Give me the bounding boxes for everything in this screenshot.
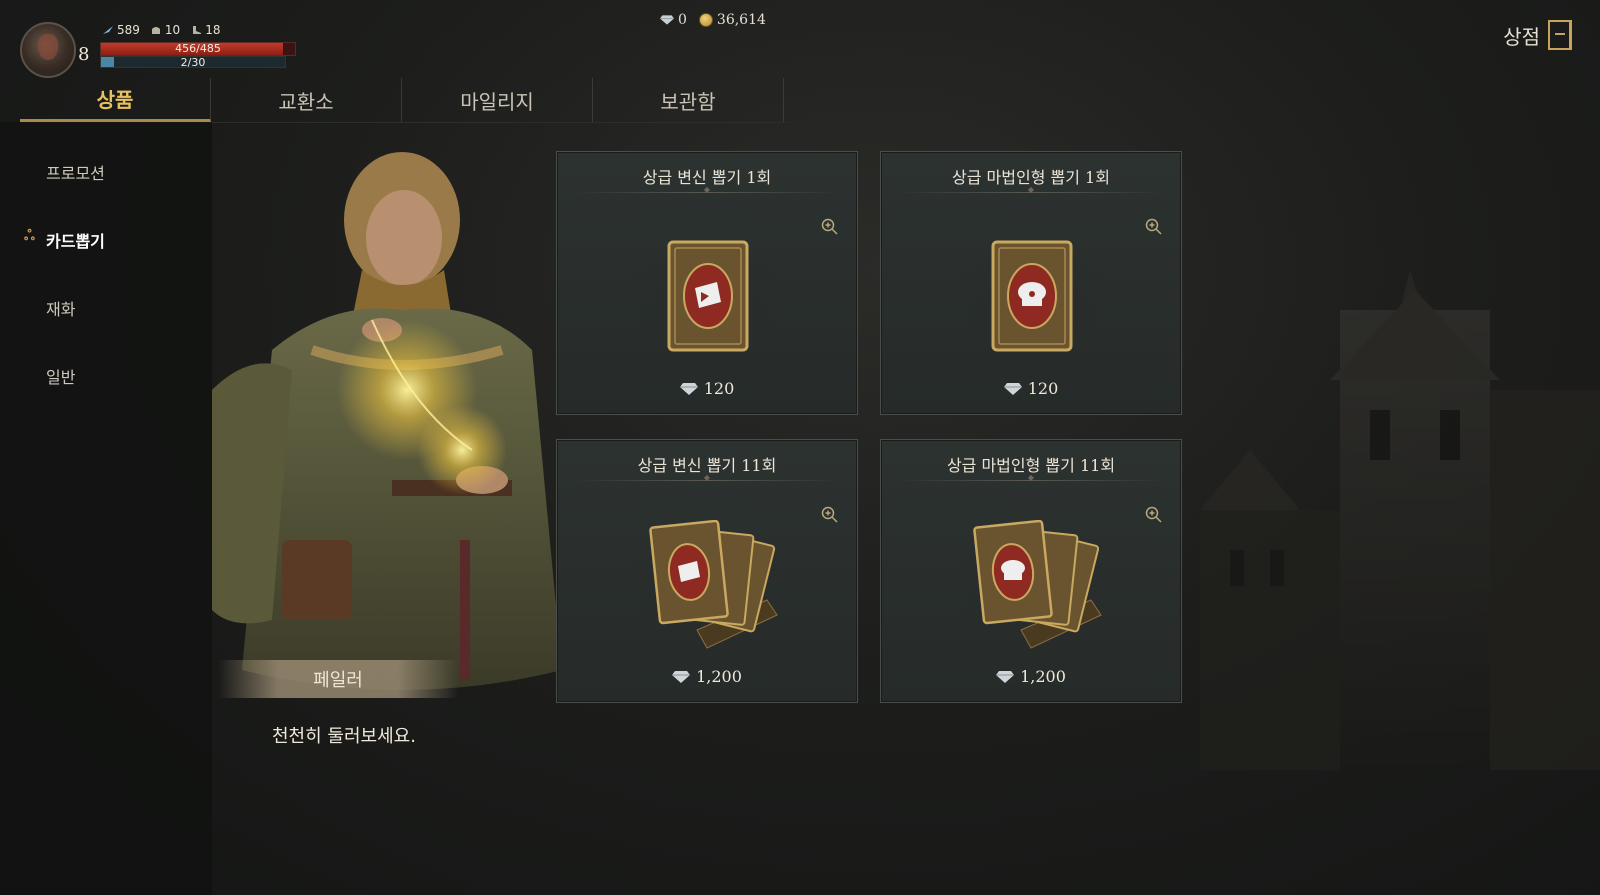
tab-mileage[interactable]: 마일리지 <box>402 78 593 122</box>
card-divider <box>573 192 841 193</box>
page-title: 상점 <box>1503 24 1540 49</box>
product-card-doll-1[interactable]: 상급 마법인형 뽑기 1회 120 <box>880 151 1182 415</box>
selected-marker-icon: ஃ <box>24 228 35 244</box>
gold-count: 36,614 <box>716 12 766 28</box>
npc-name-banner: 페일러 <box>218 660 458 698</box>
player-hud[interactable]: 8 589 10 18 456/485 2/30 <box>18 18 308 80</box>
mp-text: 2/30 <box>180 56 206 69</box>
transform-card-stack-icon <box>649 520 778 649</box>
sidebar-item-currency[interactable]: 재화 <box>46 296 75 320</box>
tab-exchange[interactable]: 교환소 <box>211 78 402 122</box>
price-value: 1,200 <box>1020 667 1066 686</box>
hp-bar: 456/485 <box>100 42 296 56</box>
stat-helmet-value: 10 <box>164 23 181 37</box>
diamond-icon <box>1003 382 1022 395</box>
stat-boot-value: 18 <box>205 23 221 37</box>
card-divider <box>897 480 1165 481</box>
stat-helmet: 10 <box>150 23 180 37</box>
product-card-transform-11[interactable]: 상급 변신 뽑기 11회 1,200 <box>556 439 858 703</box>
category-sidebar: 프로모션 ஃ 카드뽑기 재화 일반 <box>0 122 212 895</box>
shop-title-area: 상점 <box>1503 20 1572 50</box>
sidebar-item-label: 일반 <box>46 368 76 387</box>
card-price: 1,200 <box>557 667 857 686</box>
tab-storage[interactable]: 보관함 <box>593 78 784 122</box>
diamond-icon <box>672 670 691 683</box>
npc-name: 페일러 <box>313 670 363 691</box>
diamond-icon <box>996 670 1015 683</box>
product-card-transform-1[interactable]: 상급 변신 뽑기 1회 120 <box>556 151 858 415</box>
exit-door-icon[interactable] <box>1548 20 1572 50</box>
product-card-doll-11[interactable]: 상급 마법인형 뽑기 11회 1,200 <box>880 439 1182 703</box>
mp-bar: 2/30 <box>100 56 286 69</box>
card-price: 120 <box>881 379 1181 398</box>
stat-feather: 589 <box>102 23 140 37</box>
castle-background <box>1200 270 1600 770</box>
price-value: 120 <box>1027 379 1059 398</box>
sidebar-item-label: 카드뽑기 <box>46 232 105 251</box>
transform-card-single-icon <box>667 240 749 352</box>
gold-coin-icon <box>698 13 713 27</box>
sidebar-item-label: 재화 <box>46 300 76 319</box>
sidebar-item-label: 프로모션 <box>46 164 105 183</box>
diamond-icon <box>679 382 698 395</box>
sidebar-item-promotion[interactable]: 프로모션 <box>46 160 105 184</box>
gem-currency: 0 <box>660 12 687 28</box>
price-value: 120 <box>703 379 735 398</box>
price-value: 1,200 <box>696 667 742 686</box>
card-price: 1,200 <box>881 667 1181 686</box>
hp-text: 456/485 <box>175 42 221 55</box>
gold-currency: 36,614 <box>698 12 766 28</box>
tab-products[interactable]: 상품 <box>20 78 211 122</box>
card-divider <box>897 192 1165 193</box>
card-divider <box>573 480 841 481</box>
gem-count: 0 <box>678 12 687 28</box>
currency-bar: 0 36,614 <box>660 12 766 28</box>
sidebar-item-general[interactable]: 일반 <box>46 364 75 388</box>
boot-icon <box>193 26 202 34</box>
stat-boot: 18 <box>190 23 220 37</box>
helmet-icon <box>151 27 160 34</box>
player-avatar[interactable] <box>20 22 76 78</box>
player-level: 8 <box>78 44 90 65</box>
diamond-icon <box>660 15 674 25</box>
doll-card-stack-icon <box>973 520 1102 649</box>
stat-feather-value: 589 <box>117 23 140 37</box>
sidebar-item-card-draw[interactable]: ஃ 카드뽑기 <box>24 228 105 252</box>
player-stats: 589 10 18 <box>102 23 220 37</box>
feather-icon <box>103 26 113 34</box>
main-tabs: 상품 교환소 마일리지 보관함 <box>20 78 784 122</box>
npc-dialog-text: 천천히 둘러보세요. <box>272 726 416 747</box>
card-price: 120 <box>557 379 857 398</box>
doll-card-single-icon <box>991 240 1073 352</box>
